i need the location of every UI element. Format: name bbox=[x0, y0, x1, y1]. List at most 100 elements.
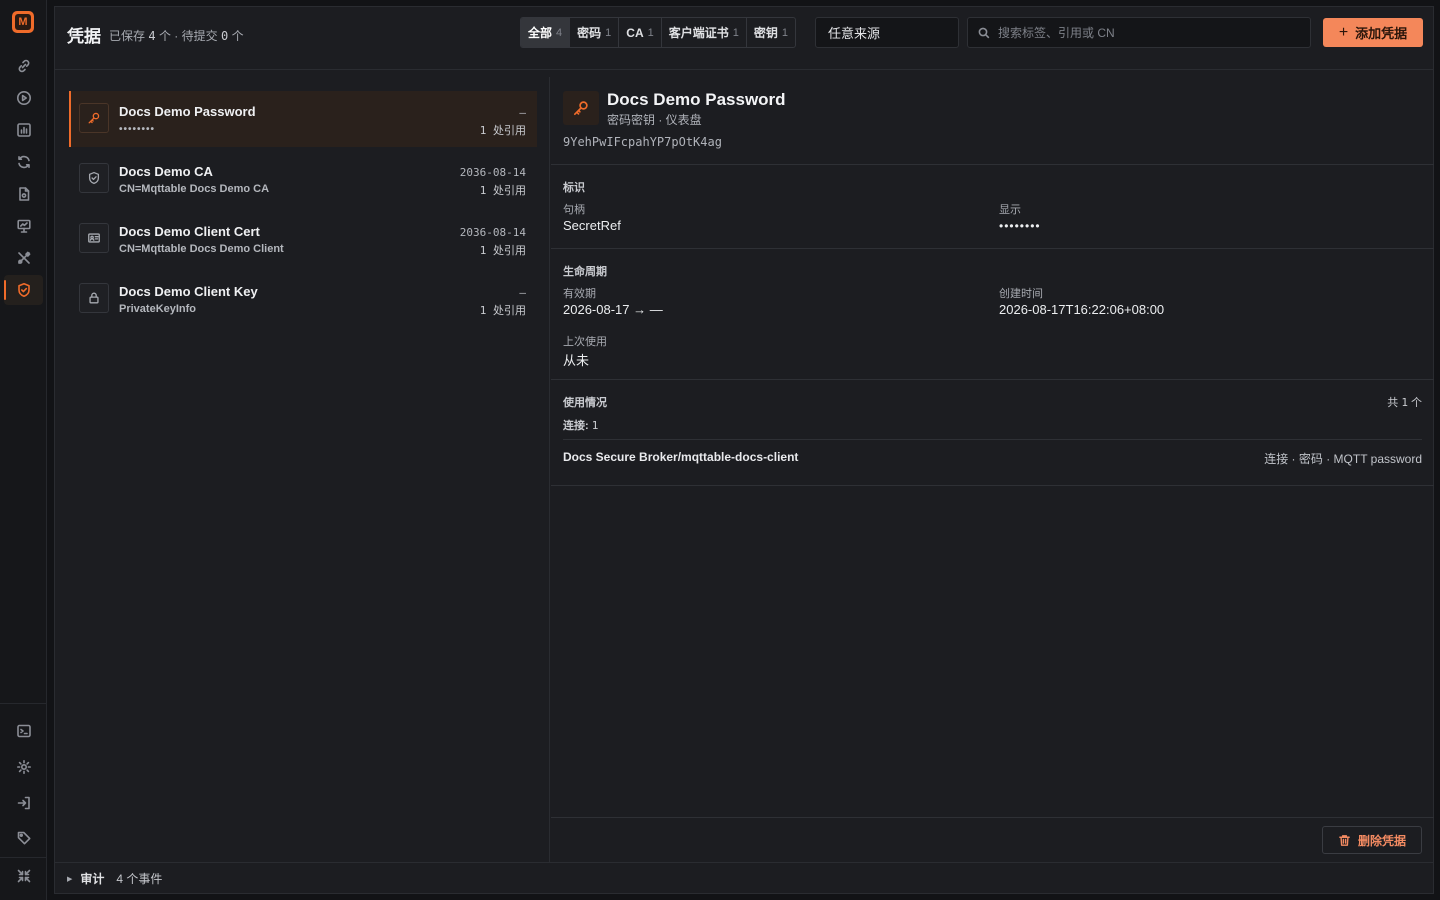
filter-password[interactable]: 密码 1 bbox=[570, 18, 620, 47]
credential-expiry: 2036-08-14 bbox=[459, 226, 526, 239]
nav-tags-button[interactable] bbox=[4, 823, 43, 853]
expand-triangle-icon: ▶ bbox=[67, 875, 73, 883]
pending-unit: 个 bbox=[231, 29, 244, 43]
filter-all[interactable]: 全部 4 bbox=[521, 18, 571, 47]
footer-divider bbox=[551, 817, 1434, 818]
credential-ref-count: 1 处引用 bbox=[479, 304, 526, 317]
handle-value: SecretRef bbox=[563, 218, 621, 233]
audit-bar[interactable]: ▶ 审计 4 个事件 bbox=[55, 862, 1433, 894]
usage-total: 共 1 个 bbox=[1387, 394, 1422, 410]
last-used-label: 上次使用 bbox=[563, 336, 607, 348]
filter-ca[interactable]: CA 1 bbox=[619, 18, 662, 47]
trash-icon bbox=[1339, 834, 1350, 846]
pending-count: 0 bbox=[221, 29, 229, 43]
validity-value: 2026-08-17 → — bbox=[563, 302, 663, 317]
display-label: 显示 bbox=[999, 204, 1021, 216]
nav-tools-button[interactable] bbox=[4, 243, 43, 273]
login-icon bbox=[17, 796, 30, 810]
detail-id[interactable]: 9YehPwIFcpahYP7pOtK4ag bbox=[563, 135, 722, 149]
nav-presentation-button[interactable] bbox=[4, 211, 43, 241]
filter-count: 4 bbox=[556, 26, 563, 39]
nav-settings-button[interactable] bbox=[4, 752, 43, 782]
delete-credential-label: 删除凭据 bbox=[1357, 833, 1406, 848]
last-used-value: 从未 bbox=[563, 353, 590, 368]
usage-item-meta: 连接 · 密码 · MQTT password bbox=[1264, 452, 1422, 466]
page-title: 凭据 bbox=[67, 27, 101, 46]
key-icon bbox=[88, 112, 100, 124]
nav-connections-button[interactable] bbox=[4, 51, 43, 81]
add-credential-button[interactable]: + 添加凭据 bbox=[1323, 18, 1423, 47]
credential-type-icon-box bbox=[79, 103, 109, 133]
rail-divider bbox=[0, 703, 46, 704]
delete-credential-button[interactable]: 删除凭据 bbox=[1322, 826, 1422, 854]
connections-count: 1 bbox=[591, 419, 599, 432]
detail-type-icon-box bbox=[563, 91, 599, 125]
section-divider bbox=[551, 164, 1434, 165]
shield-check-icon bbox=[17, 283, 30, 297]
usage-total-unit: 个 bbox=[1411, 397, 1422, 409]
app-logo[interactable]: M bbox=[12, 11, 34, 33]
filter-client-cert[interactable]: 客户端证书 1 bbox=[662, 18, 747, 47]
play-circle-icon bbox=[16, 91, 31, 105]
validity-label: 有效期 bbox=[563, 288, 596, 300]
credential-name: Docs Demo Client Cert bbox=[119, 224, 260, 239]
rail-divider-bottom bbox=[0, 857, 46, 858]
nav-dashboard-button[interactable] bbox=[4, 115, 43, 145]
filter-label: 全部 bbox=[528, 26, 553, 40]
section-divider bbox=[551, 485, 1434, 486]
usage-connections: 连接: 1 bbox=[563, 417, 598, 433]
credential-name: Docs Demo Password bbox=[119, 104, 256, 119]
created-label: 创建时间 bbox=[999, 288, 1043, 300]
credential-row[interactable]: Docs Demo CA CN=Mqttable Docs Demo CA 20… bbox=[69, 151, 537, 207]
type-filter-group: 全部 4 密码 1 CA 1 客户端证书 1 密钥 1 bbox=[520, 17, 797, 48]
nav-collapse-button[interactable] bbox=[4, 861, 43, 891]
bar-chart-icon bbox=[16, 123, 31, 137]
plus-icon: + bbox=[1338, 23, 1349, 41]
source-select[interactable]: 任意来源 bbox=[815, 17, 959, 48]
filter-count: 1 bbox=[647, 26, 654, 39]
usage-total-prefix: 共 bbox=[1387, 397, 1399, 409]
link-icon bbox=[18, 59, 29, 73]
handle-label: 句柄 bbox=[563, 204, 585, 216]
lock-icon bbox=[89, 292, 99, 304]
credential-row[interactable]: Docs Demo Password •••••••• — 1 处引用 bbox=[69, 91, 537, 147]
pending-label: 待提交 bbox=[181, 29, 218, 43]
credential-detail-panel: Docs Demo Password 密码密钥 · 仪表盘 9YehPwIFcp… bbox=[551, 77, 1434, 862]
usage-item-name[interactable]: Docs Secure Broker/mqttable-docs-client bbox=[563, 450, 798, 464]
nav-login-button[interactable] bbox=[4, 788, 43, 818]
document-icon bbox=[18, 187, 29, 201]
filter-label: 密钥 bbox=[753, 26, 778, 40]
usage-total-count: 1 bbox=[1401, 396, 1408, 409]
filter-count: 1 bbox=[781, 26, 789, 39]
page-header: 凭据 已保存 4 个 · 待提交 0 个 全部 4 密码 1 CA 1 客户端证… bbox=[55, 7, 1433, 70]
credential-detail: PrivateKeyInfo bbox=[119, 303, 197, 315]
nav-terminal-button[interactable] bbox=[4, 716, 43, 746]
nav-credentials-button[interactable] bbox=[4, 275, 43, 305]
collapse-icon bbox=[17, 869, 30, 883]
credential-type-icon-box bbox=[79, 223, 109, 253]
search-icon bbox=[978, 27, 990, 38]
nav-rail: M bbox=[0, 0, 47, 900]
credential-expiry: — bbox=[519, 286, 526, 299]
filter-count: 1 bbox=[732, 26, 739, 39]
credential-list: Docs Demo Password •••••••• — 1 处引用 Docs… bbox=[55, 77, 550, 862]
shield-check-icon bbox=[88, 171, 100, 185]
nav-documents-button[interactable] bbox=[4, 179, 43, 209]
display-value: •••••••• bbox=[999, 219, 1041, 233]
page-summary: 已保存 4 个 · 待提交 0 个 bbox=[109, 27, 244, 44]
credential-name: Docs Demo Client Key bbox=[119, 284, 258, 299]
audit-label: 审计 bbox=[80, 872, 105, 886]
credential-row[interactable]: Docs Demo Client Key PrivateKeyInfo — 1 … bbox=[69, 271, 537, 327]
refresh-icon bbox=[17, 155, 30, 169]
id-card-icon bbox=[88, 233, 100, 243]
search-input[interactable] bbox=[998, 25, 1298, 40]
app-logo-letter: M bbox=[15, 14, 31, 30]
credential-row[interactable]: Docs Demo Client Cert CN=Mqttable Docs D… bbox=[69, 211, 537, 267]
filter-key[interactable]: 密钥 1 bbox=[747, 18, 795, 47]
detail-title: Docs Demo Password bbox=[607, 90, 786, 109]
nav-sync-button[interactable] bbox=[4, 147, 43, 177]
terminal-icon bbox=[16, 724, 31, 738]
key-icon bbox=[573, 101, 588, 116]
nav-run-button[interactable] bbox=[4, 83, 43, 113]
filter-label: 密码 bbox=[577, 26, 602, 40]
